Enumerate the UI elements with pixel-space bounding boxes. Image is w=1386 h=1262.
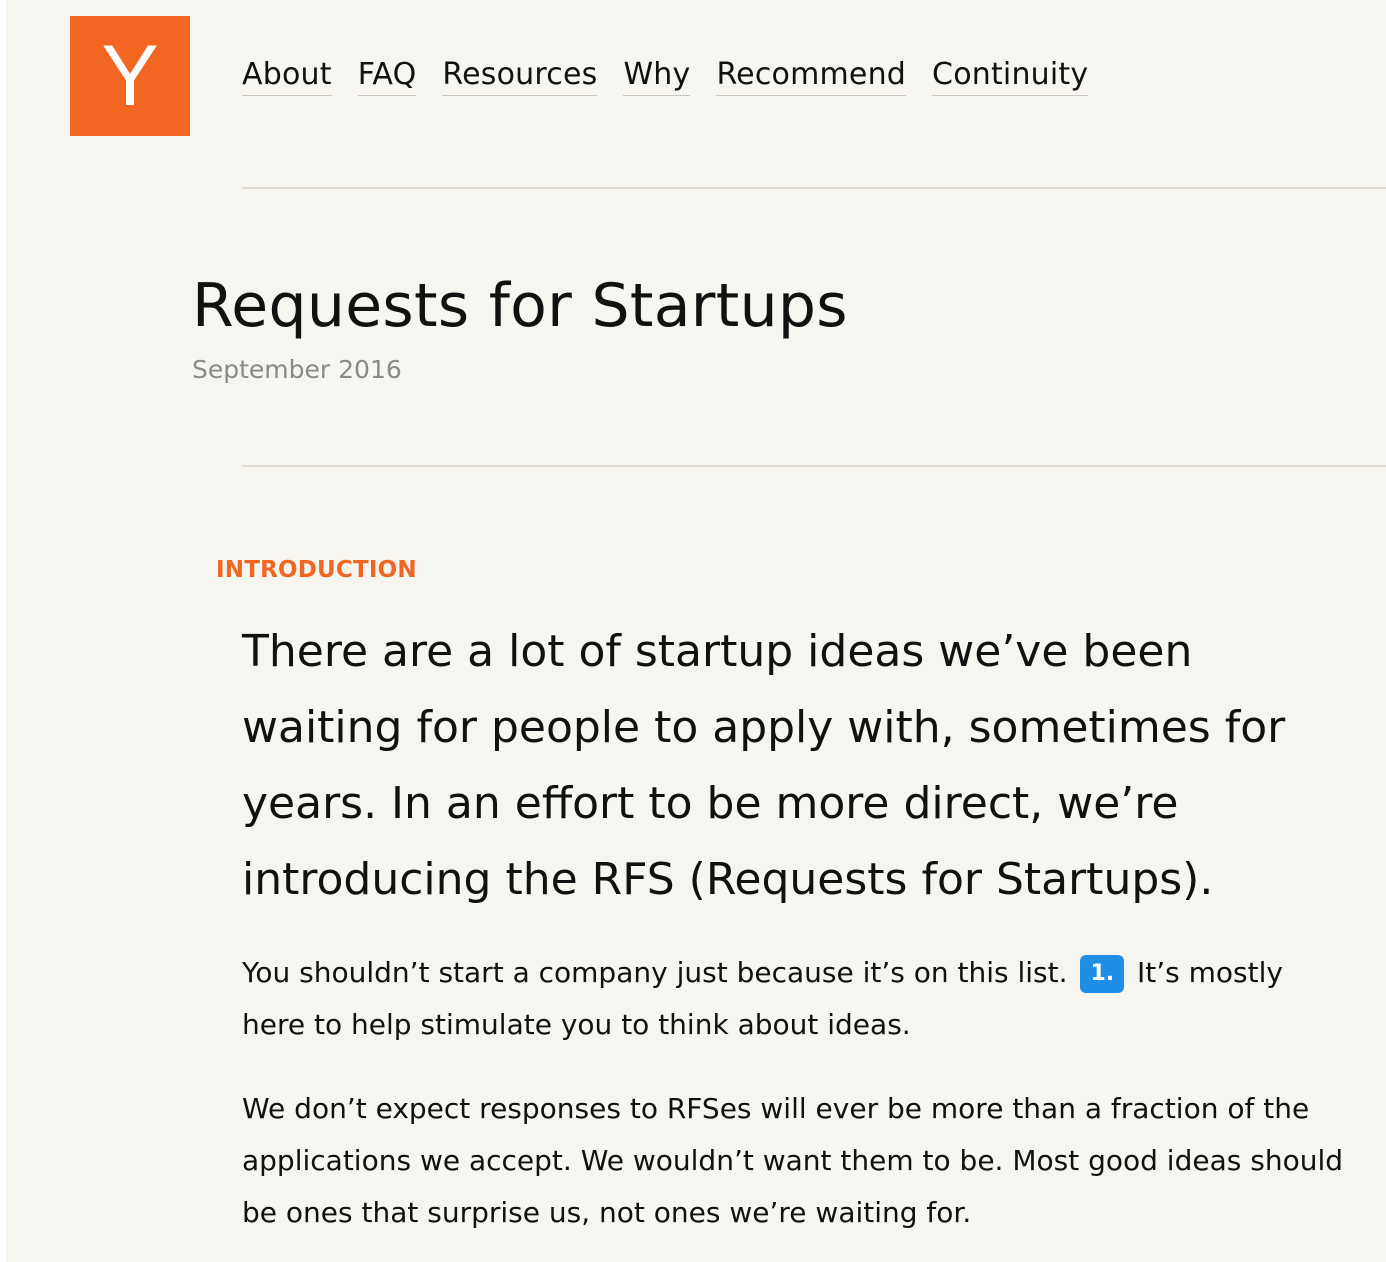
footnote-badge[interactable]: 1. [1080,955,1125,993]
page-title: Requests for Startups [192,271,848,341]
nav-link-why[interactable]: Why [623,56,691,96]
page: Y About FAQ Resources Why Recommend Cont… [6,0,1386,1262]
intro-paragraph-2: We don’t expect responses to RFSes will … [242,1092,1343,1229]
intro-lead-paragraph: There are a lot of startup ideas we’ve b… [242,626,1286,905]
nav-link-faq[interactable]: FAQ [357,56,417,96]
logo-letter: Y [101,28,159,124]
nav-link-about[interactable]: About [242,56,332,96]
top-nav: About FAQ Resources Why Recommend Contin… [242,56,1114,96]
publish-date: September 2016 [192,355,402,384]
header-divider [242,187,1386,189]
title-divider [242,465,1386,467]
nav-link-continuity[interactable]: Continuity [932,56,1089,96]
nav-link-recommend[interactable]: Recommend [716,56,907,96]
yc-logo[interactable]: Y [70,16,190,136]
paragraph-text: You shouldn’t start a company just becau… [242,956,1068,989]
nav-link-resources[interactable]: Resources [442,56,598,96]
section-label: INTRODUCTION [216,557,417,583]
intro-paragraph-1: You shouldn’t start a company just becau… [242,947,1352,1051]
